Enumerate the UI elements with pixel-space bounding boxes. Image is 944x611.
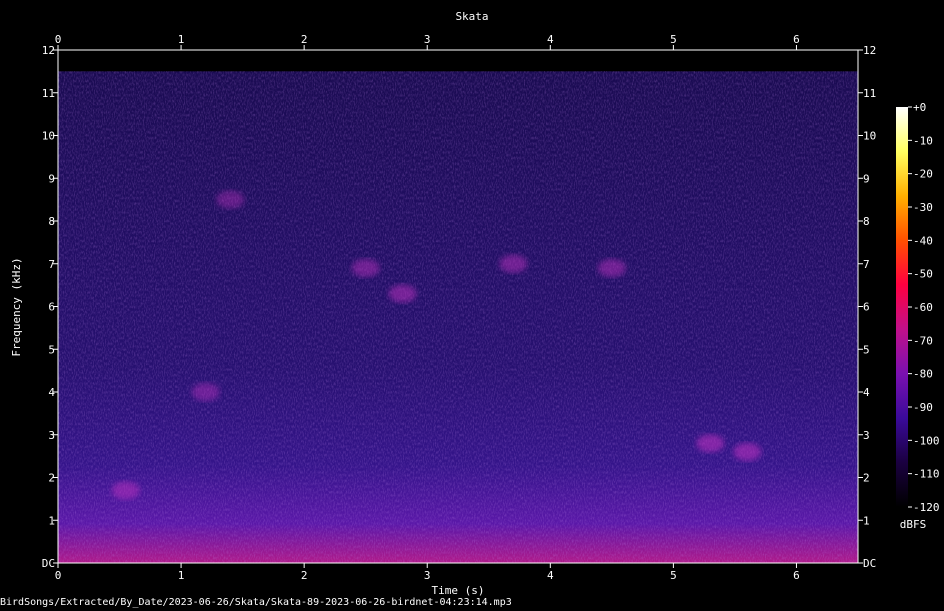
y-tick-left-label: 6 <box>48 301 55 314</box>
call-mark <box>499 254 528 273</box>
y-tick-left-label: 5 <box>48 343 55 356</box>
x-axis-top: 0 1 2 3 4 5 6 <box>55 33 800 50</box>
y-tick-left-label: 1 <box>48 514 55 527</box>
x-tick-top-label: 6 <box>793 33 800 46</box>
x-tick-bottom-label: 4 <box>547 569 554 582</box>
y-tick-left-label: 4 <box>48 386 55 399</box>
colorbar-gradient <box>896 107 908 507</box>
spectrogram-noise <box>58 71 858 563</box>
x-tick-top-label: 0 <box>55 33 62 46</box>
call-mark <box>351 259 380 278</box>
x-tick-bottom-label: 1 <box>178 569 185 582</box>
x-tick-bottom-label: 3 <box>424 569 431 582</box>
y-tick-left-label: 3 <box>48 429 55 442</box>
y-tick-left-label: 9 <box>48 172 55 185</box>
colorbar-tick-label: -60 <box>913 301 933 314</box>
y-axis-left: DC123456789101112 <box>42 44 58 570</box>
call-mark <box>696 434 725 453</box>
y-tick-right-label: 6 <box>863 301 870 314</box>
call-mark <box>597 259 626 278</box>
x-axis-label: Time (s) <box>432 584 485 597</box>
y-tick-right-label: 3 <box>863 429 870 442</box>
x-tick-bottom-label: 5 <box>670 569 677 582</box>
call-mark <box>191 383 220 401</box>
call-mark <box>111 481 140 500</box>
y-tick-right-label: 10 <box>863 130 876 143</box>
x-tick-top-label: 2 <box>301 33 308 46</box>
call-mark <box>733 442 762 461</box>
call-mark <box>216 190 245 209</box>
y-tick-left-label: 7 <box>48 258 55 271</box>
colorbar-tick-label: -90 <box>913 401 933 414</box>
colorbar-tick-label: -80 <box>913 368 933 381</box>
x-tick-top-label: 3 <box>424 33 431 46</box>
y-tick-left-label: 8 <box>48 215 55 228</box>
y-tick-right-label: DC <box>863 557 876 570</box>
y-tick-left-label: 10 <box>42 130 55 143</box>
colorbar-ticks: +0 -10 -20 -30 -40 -50 -60 -70 -80 -90 -100 -110 -12… <box>908 101 940 514</box>
colorbar: +0 -10 -20 -30 -40 -50 -60 -70 -80 -90 -100 -110 -12… <box>896 101 940 531</box>
x-tick-bottom-label: 0 <box>55 569 62 582</box>
y-tick-right-label: 8 <box>863 215 870 228</box>
colorbar-tick-label: -10 <box>913 134 933 147</box>
x-tick-bottom-label: 2 <box>301 569 308 582</box>
y-tick-right-label: 4 <box>863 386 870 399</box>
colorbar-tick-label: -110 <box>913 468 940 481</box>
chart-title: Skata <box>455 10 488 23</box>
colorbar-tick-label: -20 <box>913 168 933 181</box>
x-tick-top-label: 1 <box>178 33 185 46</box>
y-tick-right-label: 7 <box>863 258 870 271</box>
y-tick-left-label: 2 <box>48 472 55 485</box>
colorbar-tick-label: +0 <box>913 101 926 114</box>
y-tick-right-label: 1 <box>863 514 870 527</box>
colorbar-label: dBFS <box>900 518 927 531</box>
y-tick-right-label: 2 <box>863 472 870 485</box>
y-tick-left-label: 11 <box>42 87 55 100</box>
colorbar-tick-label: -30 <box>913 201 933 214</box>
x-axis-bottom: 0 1 2 3 4 5 6 <box>55 563 800 582</box>
colorbar-tick-label: -120 <box>913 501 940 514</box>
y-tick-right-label: 11 <box>863 87 876 100</box>
y-tick-right-label: 9 <box>863 172 870 185</box>
plot-area <box>57 49 859 564</box>
y-tick-left-label: DC <box>42 557 55 570</box>
x-tick-top-label: 5 <box>670 33 677 46</box>
file-path: BirdSongs/Extracted/By_Date/2023-06-26/S… <box>0 597 512 608</box>
y-tick-right-label: 12 <box>863 44 876 57</box>
x-tick-bottom-label: 6 <box>793 569 800 582</box>
colorbar-tick-label: -70 <box>913 334 933 347</box>
colorbar-tick-label: -100 <box>913 434 940 447</box>
colorbar-tick-label: -50 <box>913 268 933 281</box>
colorbar-tick-label: -40 <box>913 234 933 247</box>
y-axis-label: Frequency (kHz) <box>10 257 23 356</box>
call-mark <box>388 284 417 303</box>
y-tick-right-label: 5 <box>863 343 870 356</box>
spectrogram-chart: Skata 0123456 0123456 DC123456789101112 … <box>10 10 940 597</box>
y-tick-left-label: 12 <box>42 44 55 57</box>
y-axis-right: DC123456789101112 <box>858 44 876 570</box>
x-tick-top-label: 4 <box>547 33 554 46</box>
